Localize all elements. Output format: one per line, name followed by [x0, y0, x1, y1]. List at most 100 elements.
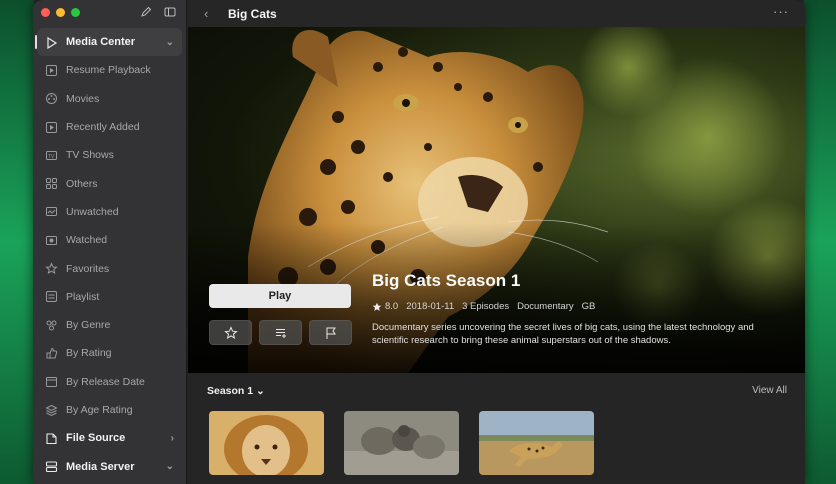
- desktop-background-right: [804, 0, 836, 484]
- chevron-down-icon: ⌄: [256, 385, 265, 397]
- hero-banner: Play Big Cats Season 1 8.0 2018-01-11 3 …: [188, 27, 805, 373]
- sidebar-item-label: Recently Added: [66, 121, 140, 134]
- episode-thumbnail[interactable]: [479, 411, 594, 475]
- age-rating-icon: [45, 404, 58, 417]
- playlist-add-icon: [275, 328, 286, 338]
- episode-count: 3 Episodes: [462, 301, 510, 312]
- favorites-icon: [45, 262, 58, 275]
- rating-icon: [45, 347, 58, 360]
- title-bar: ‹ Big Cats ···: [188, 0, 805, 27]
- play-button[interactable]: Play: [209, 284, 351, 308]
- watched-icon: [45, 234, 58, 247]
- sidebar-item-recently-added[interactable]: Recently Added: [37, 113, 182, 141]
- sidebar-item-label: Unwatched: [66, 205, 119, 218]
- episode-thumbnail[interactable]: [209, 411, 324, 475]
- sidebar-item-by-rating[interactable]: By Rating: [37, 339, 182, 367]
- sidebar-item-label: By Release Date: [66, 375, 145, 388]
- desktop-background-left: [0, 0, 34, 484]
- favorite-button[interactable]: [209, 320, 252, 345]
- sidebar-item-label: Watched: [66, 234, 108, 247]
- wildcat-thumbnail-image: [344, 411, 459, 475]
- country-label: GB: [581, 301, 596, 312]
- add-to-playlist-button[interactable]: [259, 320, 302, 345]
- playlist-icon: [45, 290, 58, 303]
- others-icon: [45, 177, 58, 190]
- sidebar-item-by-age-rating[interactable]: By Age Rating: [37, 396, 182, 424]
- main-content: ‹ Big Cats ··· Play Big Cats Season 1 8.…: [188, 0, 805, 484]
- season-selector[interactable]: Season 1 ⌄: [207, 385, 265, 397]
- sidebar-toggle-icon[interactable]: [164, 6, 176, 18]
- episode-thumbnails: [209, 411, 594, 475]
- release-date: 2018-01-11: [406, 301, 455, 312]
- sidebar-item-resume-playback[interactable]: Resume Playback: [37, 56, 182, 84]
- sidebar-toolbar: [140, 6, 176, 18]
- sidebar-item-watched[interactable]: Watched: [37, 226, 182, 254]
- close-window-button[interactable]: [41, 8, 50, 17]
- star-filled-icon: [372, 302, 382, 311]
- sidebar-item-favorites[interactable]: Favorites: [37, 254, 182, 282]
- action-buttons: [209, 320, 352, 345]
- genre-label: Documentary: [517, 301, 574, 312]
- sidebar-item-label: Resume Playback: [66, 64, 151, 77]
- show-description: Documentary series uncovering the secret…: [372, 322, 754, 346]
- unwatched-icon: [45, 205, 58, 218]
- cheetah-thumbnail-image: [479, 411, 594, 475]
- chevron-right-icon[interactable]: ›: [171, 433, 174, 444]
- sidebar-item-by-release-date[interactable]: By Release Date: [37, 368, 182, 396]
- sidebar-item-label: File Source: [66, 432, 126, 445]
- page-title: Big Cats: [228, 6, 277, 21]
- edit-icon[interactable]: [140, 6, 152, 18]
- svg-text:TV: TV: [48, 154, 55, 160]
- sidebar-item-label: Movies: [66, 92, 100, 105]
- season-section: Season 1 ⌄ View All: [188, 373, 805, 484]
- lion-thumbnail-image: [209, 411, 324, 475]
- file-source-icon: [45, 432, 58, 445]
- sidebar-item-label: Media Center: [66, 36, 136, 49]
- movies-icon: [45, 92, 58, 105]
- view-all-link[interactable]: View All: [752, 385, 787, 396]
- season-label: Season 1: [207, 385, 254, 397]
- flag-icon: [326, 327, 336, 339]
- media-center-icon: [45, 36, 58, 49]
- chevron-down-icon[interactable]: ⌄: [166, 461, 174, 472]
- episode-thumbnail[interactable]: [344, 411, 459, 475]
- sidebar-item-label: Playlist: [66, 290, 100, 303]
- sidebar-item-tv-shows[interactable]: TV TV Shows: [37, 141, 182, 169]
- sidebar-item-unwatched[interactable]: Unwatched: [37, 198, 182, 226]
- tv-shows-icon: TV: [45, 149, 58, 162]
- sidebar-item-label: By Genre: [66, 319, 111, 332]
- sidebar-item-movies[interactable]: Movies: [37, 85, 182, 113]
- chevron-down-icon[interactable]: ⌄: [166, 37, 174, 48]
- sidebar-item-label: Others: [66, 177, 98, 190]
- release-date-icon: [45, 375, 58, 388]
- resume-playback-icon: [45, 64, 58, 77]
- sidebar-item-playlist[interactable]: Playlist: [37, 283, 182, 311]
- sidebar: Media Center ⌄ Resume Playback Movies Recent…: [33, 0, 187, 484]
- genre-icon: [45, 319, 58, 332]
- rating-value: 8.0: [385, 301, 399, 312]
- sidebar-item-by-genre[interactable]: By Genre: [37, 311, 182, 339]
- rating: 8.0: [372, 301, 398, 312]
- sidebar-nav: Media Center ⌄ Resume Playback Movies Recent…: [35, 28, 182, 481]
- recently-added-icon: [45, 121, 58, 134]
- sidebar-item-label: TV Shows: [66, 149, 114, 162]
- sidebar-item-label: Media Server: [66, 460, 135, 473]
- sidebar-item-label: By Age Rating: [66, 404, 133, 416]
- more-options-icon[interactable]: ···: [773, 4, 789, 19]
- sidebar-item-media-center[interactable]: Media Center ⌄: [35, 28, 182, 57]
- window-controls: [41, 8, 80, 17]
- media-server-icon: [45, 460, 58, 473]
- app-window: Media Center ⌄ Resume Playback Movies Recent…: [33, 0, 805, 484]
- show-meta: 8.0 2018-01-11 3 Episodes Documentary GB: [372, 301, 595, 312]
- sidebar-item-label: By Rating: [66, 347, 112, 360]
- sidebar-item-others[interactable]: Others: [37, 169, 182, 197]
- flag-button[interactable]: [309, 320, 352, 345]
- sidebar-item-label: Favorites: [66, 262, 110, 275]
- sidebar-item-file-source[interactable]: File Source ›: [37, 424, 182, 452]
- show-title: Big Cats Season 1: [372, 271, 521, 290]
- sidebar-item-media-server[interactable]: Media Server ⌄: [37, 452, 182, 480]
- zoom-window-button[interactable]: [71, 8, 80, 17]
- back-chevron-icon[interactable]: ‹: [204, 6, 218, 21]
- minimize-window-button[interactable]: [56, 8, 65, 17]
- star-icon: [223, 325, 238, 339]
